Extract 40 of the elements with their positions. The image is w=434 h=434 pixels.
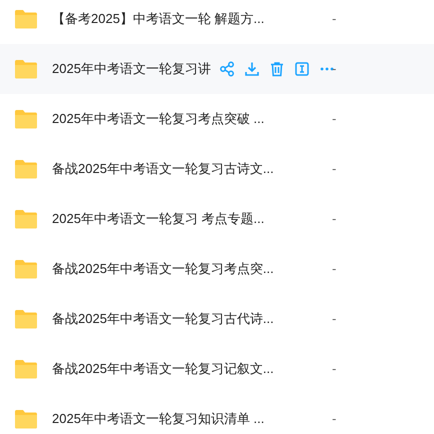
file-name[interactable]: 【备考2025】中考语文一轮 解题方... <box>52 9 264 29</box>
file-name[interactable]: 备战2025年中考语文一轮复习考点突... <box>52 259 274 279</box>
modified-time: - <box>332 210 336 228</box>
file-row[interactable]: 2025年中考语文一轮复习 考点专题... - <box>0 194 434 244</box>
file-name[interactable]: 备战2025年中考语文一轮复习古诗文... <box>52 159 274 179</box>
file-name[interactable]: 备战2025年中考语文一轮复习古代诗... <box>52 309 274 329</box>
modified-time: - <box>332 160 336 178</box>
modified-time: - <box>332 410 336 428</box>
file-name[interactable]: 2025年中考语文一轮复习 考点专题... <box>52 209 264 229</box>
folder-icon <box>14 59 38 79</box>
folder-icon <box>14 9 38 29</box>
modified-time: - <box>332 10 336 28</box>
download-icon[interactable] <box>244 61 260 77</box>
folder-icon <box>14 159 38 179</box>
file-name[interactable]: 2025年中考语文一轮复习考点突破 ... <box>52 109 264 129</box>
folder-icon <box>14 309 38 329</box>
file-row[interactable]: 2025年中考语文一轮复习知识清单 ... - <box>0 394 434 434</box>
rename-icon[interactable] <box>294 61 310 77</box>
modified-time: - <box>332 260 336 278</box>
modified-time: - <box>332 310 336 328</box>
file-row[interactable]: 2025年中考语文一轮复习考点突破 ... - <box>0 94 434 144</box>
file-row[interactable]: 备战2025年中考语文一轮复习古代诗... - <box>0 294 434 344</box>
folder-icon <box>14 259 38 279</box>
file-row[interactable]: 备战2025年中考语文一轮复习考点突... - <box>0 244 434 294</box>
file-name[interactable]: 2025年中考语文一轮复习讲 <box>52 59 211 79</box>
folder-icon <box>14 409 38 429</box>
modified-time: - <box>332 60 336 78</box>
modified-time: - <box>332 360 336 378</box>
file-name[interactable]: 备战2025年中考语文一轮复习记叙文... <box>52 359 274 379</box>
file-row[interactable]: 备战2025年中考语文一轮复习古诗文... - <box>0 144 434 194</box>
file-name[interactable]: 2025年中考语文一轮复习知识清单 ... <box>52 409 264 429</box>
file-row[interactable]: 2025年中考语文一轮复习讲 - <box>0 44 434 94</box>
folder-icon <box>14 359 38 379</box>
share-icon[interactable] <box>218 61 235 77</box>
trash-icon[interactable] <box>268 61 285 77</box>
modified-time: - <box>332 110 336 128</box>
file-row[interactable]: 备战2025年中考语文一轮复习记叙文... - <box>0 344 434 394</box>
file-row[interactable]: 【备考2025】中考语文一轮 解题方... - <box>0 0 434 44</box>
folder-icon <box>14 209 38 229</box>
folder-icon <box>14 109 38 129</box>
